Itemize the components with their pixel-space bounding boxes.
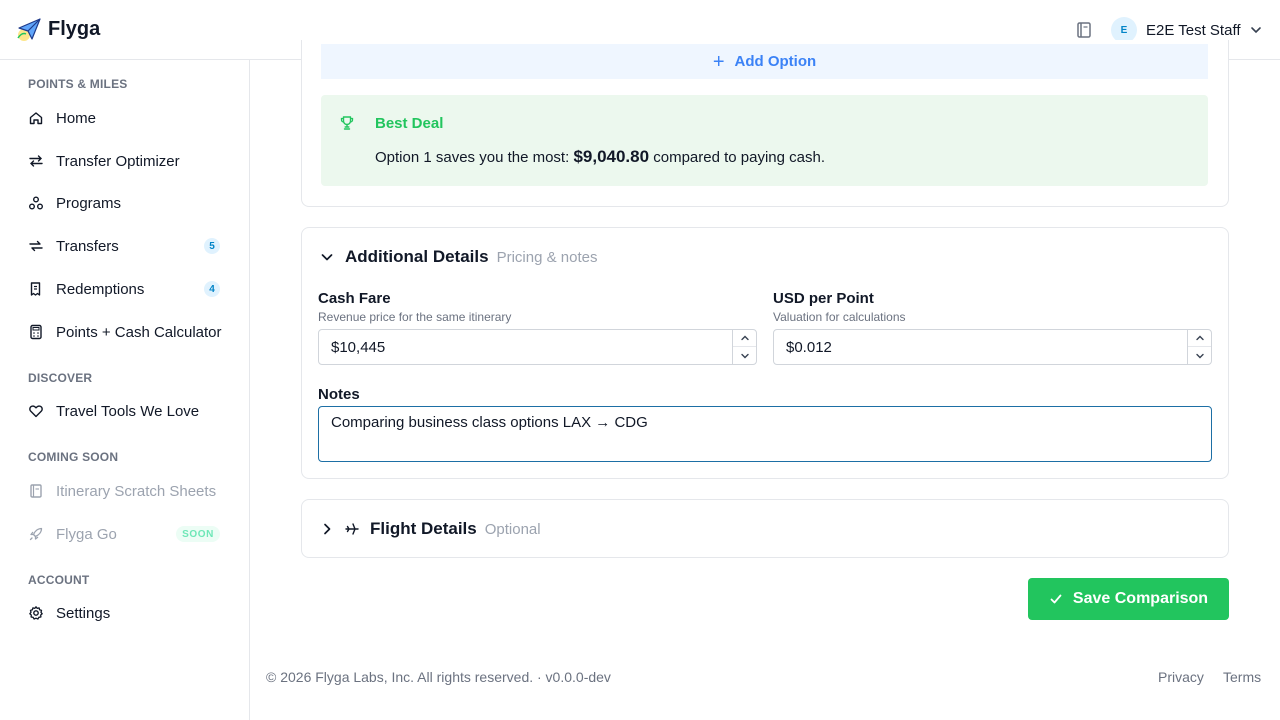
best-deal-text-before: Option 1 saves you the most: bbox=[375, 149, 574, 166]
cash-fare-input[interactable] bbox=[331, 339, 711, 356]
best-deal-text-after: compared to paying cash. bbox=[649, 149, 826, 166]
count-badge: 4 bbox=[204, 281, 220, 297]
transfer-icon bbox=[29, 240, 43, 252]
section-subtitle: Pricing & notes bbox=[496, 249, 598, 266]
flight-details-card[interactable]: Flight Details Optional bbox=[301, 499, 1229, 558]
notes-field: Comparing business class options LAX → C… bbox=[318, 406, 1212, 462]
sidebar-item-label: Transfer Optimizer bbox=[56, 152, 180, 170]
sidebar-item-label: Home bbox=[56, 109, 97, 127]
usd-per-point-help: Valuation for calculations bbox=[773, 310, 906, 324]
sidebar-item-label: Itinerary Scratch Sheets bbox=[56, 482, 217, 500]
add-option-label: Add Option bbox=[734, 53, 817, 70]
best-deal-title: Best Deal bbox=[375, 115, 444, 132]
best-deal-panel: Best Deal Option 1 saves you the most: $… bbox=[321, 95, 1208, 186]
notebook-icon bbox=[30, 484, 42, 498]
sidebar-section-title: ACCOUNT bbox=[28, 573, 90, 587]
sidebar-item-points-cash-calculator[interactable]: Points + Cash Calculator bbox=[16, 314, 234, 350]
notes-textarea[interactable]: Comparing business class options LAX → C… bbox=[331, 414, 1199, 454]
sidebar-item-home[interactable]: Home bbox=[16, 100, 234, 136]
sidebar-item-label: Flyga Go bbox=[56, 525, 117, 543]
chevron-down-icon bbox=[740, 353, 749, 358]
quantity-stepper bbox=[1187, 330, 1211, 364]
chevron-down-icon bbox=[1250, 27, 1261, 34]
sidebar-item-label: Transfers bbox=[56, 237, 119, 255]
heart-icon bbox=[29, 405, 43, 418]
usd-per-point-label: USD per Point bbox=[773, 290, 874, 307]
footer-copyright: © 2026 Flyga Labs, Inc. All rights reser… bbox=[266, 669, 611, 685]
additional-details-heading[interactable]: Additional Details Pricing & notes bbox=[345, 247, 597, 267]
usd-per-point-field bbox=[773, 329, 1212, 365]
notes-label: Notes bbox=[318, 386, 360, 403]
add-option-button[interactable]: + Add Option bbox=[321, 44, 1208, 79]
usd-per-point-input[interactable] bbox=[786, 339, 1166, 356]
plane-icon bbox=[345, 523, 359, 535]
sidebar-item-transfer-optimizer[interactable]: Transfer Optimizer bbox=[16, 143, 234, 179]
sidebar-item-itinerary-scratch-sheets[interactable]: Itinerary Scratch Sheets bbox=[16, 473, 234, 509]
sidebar-item-label: Points + Cash Calculator bbox=[56, 323, 222, 341]
sidebar-item-transfers[interactable]: Transfers 5 bbox=[16, 228, 234, 264]
app-name: Flyga bbox=[48, 17, 101, 40]
sidebar-item-label: Travel Tools We Love bbox=[56, 402, 200, 420]
save-label: Save Comparison bbox=[1072, 590, 1209, 607]
sidebar-section-title: DISCOVER bbox=[28, 371, 93, 385]
docs-book-icon[interactable] bbox=[1074, 20, 1094, 40]
sidebar: POINTS & MILES Home Transfer Optimizer P… bbox=[0, 60, 250, 720]
chevron-right-icon bbox=[324, 523, 331, 535]
check-icon bbox=[1050, 594, 1062, 604]
gear-icon bbox=[29, 606, 43, 620]
decrement-button[interactable] bbox=[733, 347, 756, 364]
sidebar-item-label: Settings bbox=[56, 604, 111, 622]
user-name: E2E Test Staff bbox=[1146, 21, 1241, 39]
additional-details-card: Additional Details Pricing & notes Cash F… bbox=[301, 227, 1229, 479]
rocket-icon bbox=[29, 527, 43, 541]
chevron-down-icon[interactable] bbox=[320, 250, 334, 264]
paper-plane-logo-icon bbox=[17, 18, 41, 41]
count-badge: 5 bbox=[204, 238, 220, 254]
sidebar-section-title: POINTS & MILES bbox=[28, 77, 128, 91]
privacy-link[interactable]: Privacy bbox=[1158, 669, 1204, 685]
swap-arrows-icon bbox=[29, 155, 43, 167]
chevron-up-icon bbox=[1195, 335, 1204, 341]
sidebar-item-settings[interactable]: Settings bbox=[16, 595, 234, 631]
sidebar-item-programs[interactable]: Programs bbox=[16, 185, 234, 221]
chevron-up-icon bbox=[740, 335, 749, 341]
quantity-stepper bbox=[732, 330, 756, 364]
sidebar-item-flyga-go[interactable]: Flyga Go SOON bbox=[16, 516, 234, 552]
increment-button[interactable] bbox=[1188, 330, 1211, 347]
section-title: Flight Details bbox=[370, 519, 477, 538]
cash-fare-help: Revenue price for the same itinerary bbox=[318, 310, 512, 324]
flight-details-heading: Flight Details Optional bbox=[370, 519, 541, 539]
cash-fare-label: Cash Fare bbox=[318, 290, 391, 307]
sidebar-item-label: Programs bbox=[56, 194, 122, 212]
section-title: Additional Details bbox=[345, 247, 489, 266]
sidebar-item-travel-tools[interactable]: Travel Tools We Love bbox=[16, 393, 234, 429]
best-deal-summary: Option 1 saves you the most: $9,040.80 c… bbox=[375, 147, 825, 167]
app-logo[interactable]: Flyga bbox=[16, 16, 100, 42]
sidebar-section-title: COMING SOON bbox=[28, 450, 119, 464]
section-subtitle: Optional bbox=[484, 521, 541, 538]
receipt-icon bbox=[30, 282, 41, 296]
plus-icon: + bbox=[712, 50, 725, 73]
save-comparison-button[interactable]: Save Comparison bbox=[1028, 578, 1229, 620]
increment-button[interactable] bbox=[733, 330, 756, 347]
terms-link[interactable]: Terms bbox=[1223, 669, 1261, 685]
sidebar-item-label: Redemptions bbox=[56, 280, 145, 298]
trophy-icon bbox=[340, 116, 354, 130]
savings-amount: $9,040.80 bbox=[573, 147, 650, 166]
decrement-button[interactable] bbox=[1188, 347, 1211, 364]
soon-badge: SOON bbox=[176, 526, 220, 542]
chevron-down-icon bbox=[1195, 353, 1204, 358]
calculator-icon bbox=[30, 324, 42, 340]
programs-icon bbox=[29, 196, 43, 210]
cash-fare-field bbox=[318, 329, 757, 365]
home-icon bbox=[29, 112, 43, 125]
sidebar-item-redemptions[interactable]: Redemptions 4 bbox=[16, 271, 234, 307]
